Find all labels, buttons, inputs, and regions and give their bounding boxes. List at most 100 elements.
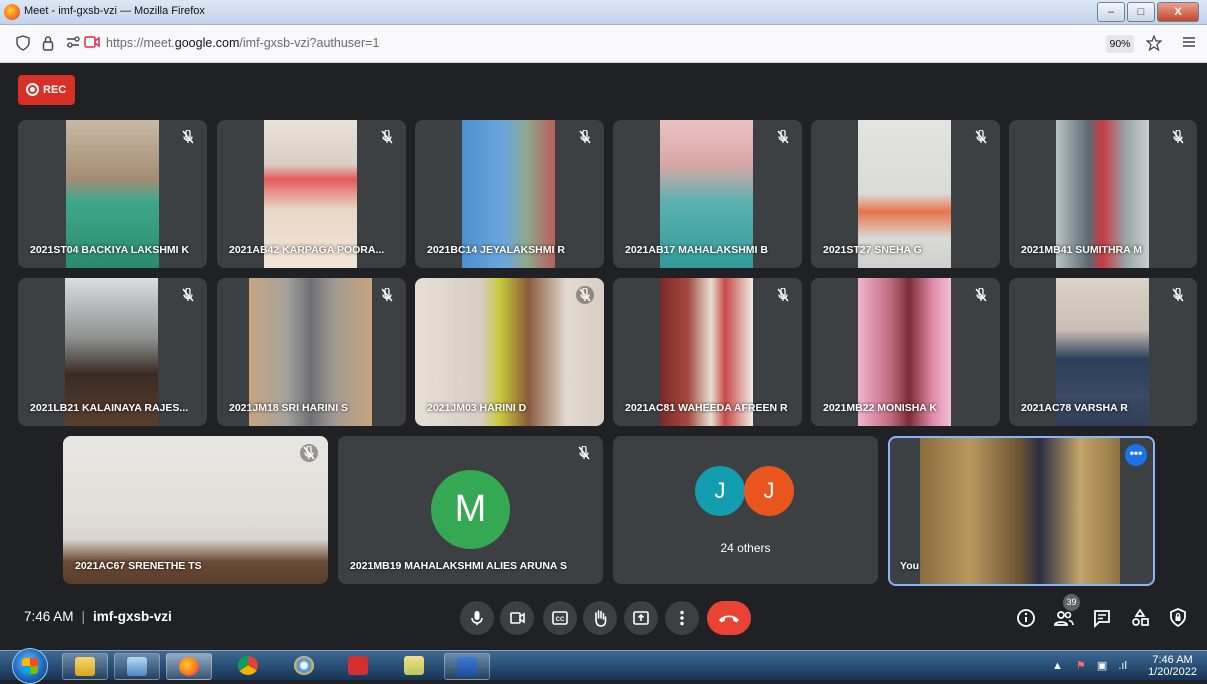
more-options-button[interactable]: ••• bbox=[1125, 444, 1147, 466]
url-text[interactable]: https://meet.google.com/imf-gxsb-vzi?aut… bbox=[106, 36, 379, 50]
recording-label: REC bbox=[43, 84, 67, 96]
window-controls: – □ X bbox=[1097, 2, 1199, 22]
video-camera-icon bbox=[510, 612, 525, 624]
action-center-flag-icon[interactable]: ⚑ bbox=[1076, 660, 1086, 672]
present-button[interactable] bbox=[624, 601, 658, 635]
shield-lock-icon bbox=[1170, 608, 1186, 628]
taskbar-app[interactable] bbox=[114, 653, 160, 680]
participant-name: 2021AC67 SRENETHE TS bbox=[75, 560, 202, 572]
taskbar-explorer[interactable] bbox=[62, 653, 108, 680]
taskbar-clock[interactable]: 7:46 AM 1/20/2022 bbox=[1148, 654, 1197, 678]
taskbar-paint[interactable] bbox=[282, 653, 326, 678]
others-tile[interactable]: J J 24 others bbox=[613, 436, 878, 584]
participant-name: 2021MB19 MAHALAKSHMI ALIES ARUNA S bbox=[350, 560, 568, 572]
participant-name: 2021JM03 HARINI D bbox=[427, 402, 527, 414]
address-bar: https://meet.google.com/imf-gxsb-vzi?aut… bbox=[0, 25, 1207, 63]
muted-mic-icon bbox=[577, 446, 591, 460]
leave-call-button[interactable] bbox=[707, 601, 751, 635]
other-avatar: J bbox=[744, 466, 794, 516]
recording-badge: REC bbox=[18, 75, 75, 105]
mic-icon bbox=[471, 611, 483, 625]
svg-text:CC: CC bbox=[556, 617, 565, 623]
participant-tile[interactable]: 2021ST27 SNEHA G bbox=[811, 120, 1000, 268]
participant-tile[interactable]: 2021AC78 VARSHA R bbox=[1009, 278, 1197, 426]
participant-name: 2021AB17 MAHALAKSHMI B bbox=[625, 244, 768, 256]
volume-signal-icon[interactable]: .ıl bbox=[1118, 660, 1127, 672]
raise-hand-button[interactable] bbox=[583, 601, 617, 635]
network-icon[interactable]: ▣ bbox=[1097, 660, 1107, 672]
muted-mic-icon bbox=[576, 286, 594, 304]
menu-hamburger-icon[interactable] bbox=[1182, 35, 1196, 53]
more-options-button[interactable] bbox=[665, 601, 699, 635]
muted-mic-icon bbox=[181, 288, 195, 302]
app-icon bbox=[127, 657, 147, 676]
taskbar-word[interactable] bbox=[444, 653, 490, 680]
participant-tile[interactable]: 2021MB41 SUMITHRA M bbox=[1009, 120, 1197, 268]
meeting-info: 7:46 AM | imf-gxsb-vzi bbox=[24, 609, 172, 624]
window-title-bar: Meet - imf-gxsb-vzi — Mozilla Firefox – … bbox=[0, 0, 1207, 25]
participant-name: 2021MB41 SUMITHRA M bbox=[1021, 244, 1142, 256]
participant-tile[interactable]: 2021ST04 BACKIYA LAKSHMI K bbox=[18, 120, 207, 268]
taskbar-firefox[interactable] bbox=[166, 653, 212, 680]
paint-icon bbox=[294, 656, 314, 675]
taskbar-acrobat[interactable] bbox=[336, 653, 380, 678]
participant-name: 2021LB21 KALAINAYA RAJES... bbox=[30, 402, 189, 414]
participant-name: 2021AB42 KARPAGA POORA... bbox=[229, 244, 385, 256]
camera-sharing-icon[interactable] bbox=[84, 35, 100, 53]
pdf-icon bbox=[348, 656, 368, 675]
muted-mic-icon bbox=[300, 444, 318, 462]
microphone-button[interactable] bbox=[460, 601, 494, 635]
muted-mic-icon bbox=[380, 288, 394, 302]
os-taskbar: ▲ ⚑ ▣ .ıl 7:46 AM 1/20/2022 bbox=[0, 648, 1207, 684]
participant-tile[interactable]: 2021AB17 MAHALAKSHMI B bbox=[613, 120, 802, 268]
info-icon bbox=[1017, 609, 1035, 627]
participant-tile[interactable]: M 2021MB19 MAHALAKSHMI ALIES ARUNA S bbox=[338, 436, 603, 584]
present-screen-icon bbox=[633, 611, 649, 625]
participant-name: 2021BC14 JEYALAKSHMI R bbox=[427, 244, 565, 256]
participant-tile[interactable]: 2021BC14 JEYALAKSHMI R bbox=[415, 120, 604, 268]
participant-tile[interactable]: 2021JM03 HARINI D bbox=[415, 278, 604, 426]
lock-icon[interactable] bbox=[42, 35, 54, 55]
activities-button[interactable] bbox=[1128, 606, 1152, 630]
participant-tile[interactable]: 2021AC67 SRENETHE TS bbox=[63, 436, 328, 584]
maximize-button[interactable]: □ bbox=[1127, 2, 1155, 22]
system-tray[interactable]: ▲ ⚑ ▣ .ıl bbox=[1052, 659, 1127, 672]
firefox-icon bbox=[179, 657, 199, 676]
shield-icon[interactable] bbox=[16, 35, 30, 55]
participant-tile[interactable]: 2021LB21 KALAINAYA RAJES... bbox=[18, 278, 207, 426]
zoom-level[interactable]: 90% bbox=[1106, 35, 1134, 53]
muted-mic-icon bbox=[974, 130, 988, 144]
word-icon bbox=[457, 657, 477, 676]
taskbar-folder[interactable] bbox=[392, 653, 436, 678]
permissions-icon[interactable] bbox=[66, 35, 80, 53]
chat-button[interactable] bbox=[1090, 606, 1114, 630]
others-count-label: 24 others bbox=[720, 541, 771, 555]
host-controls-button[interactable] bbox=[1166, 606, 1190, 630]
window-title: Meet - imf-gxsb-vzi — Mozilla Firefox bbox=[24, 5, 205, 17]
muted-mic-icon bbox=[776, 130, 790, 144]
taskbar-chrome[interactable] bbox=[226, 653, 270, 678]
self-tile[interactable]: ••• You bbox=[888, 436, 1155, 586]
participant-name: 2021ST04 BACKIYA LAKSHMI K bbox=[30, 244, 190, 256]
taskbar-time: 7:46 AM bbox=[1152, 654, 1193, 666]
participant-tile[interactable]: 2021AC81 WAHEEDA AFREEN R bbox=[613, 278, 802, 426]
captions-button[interactable]: CC bbox=[543, 601, 577, 635]
participant-tile[interactable]: 2021JM18 SRI HARINI S bbox=[217, 278, 406, 426]
participant-tile[interactable]: 2021MB22 MONISHA K bbox=[811, 278, 1000, 426]
self-name: You bbox=[900, 560, 920, 572]
taskbar-date: 1/20/2022 bbox=[1148, 666, 1197, 678]
other-avatar: J bbox=[695, 466, 745, 516]
minimize-button[interactable]: – bbox=[1097, 2, 1125, 22]
close-button[interactable]: X bbox=[1157, 2, 1199, 22]
participant-tile[interactable]: 2021AB42 KARPAGA POORA... bbox=[217, 120, 406, 268]
meeting-time: 7:46 AM bbox=[24, 609, 74, 624]
camera-button[interactable] bbox=[500, 601, 534, 635]
show-hidden-icons-icon[interactable]: ▲ bbox=[1052, 660, 1063, 672]
shapes-icon bbox=[1132, 608, 1149, 626]
folder-icon bbox=[404, 656, 424, 675]
bookmark-star-icon[interactable] bbox=[1145, 34, 1163, 55]
windows-logo-icon bbox=[22, 658, 38, 674]
closed-captions-icon: CC bbox=[552, 611, 568, 625]
more-vertical-icon bbox=[680, 610, 684, 626]
meeting-details-button[interactable] bbox=[1014, 606, 1038, 630]
